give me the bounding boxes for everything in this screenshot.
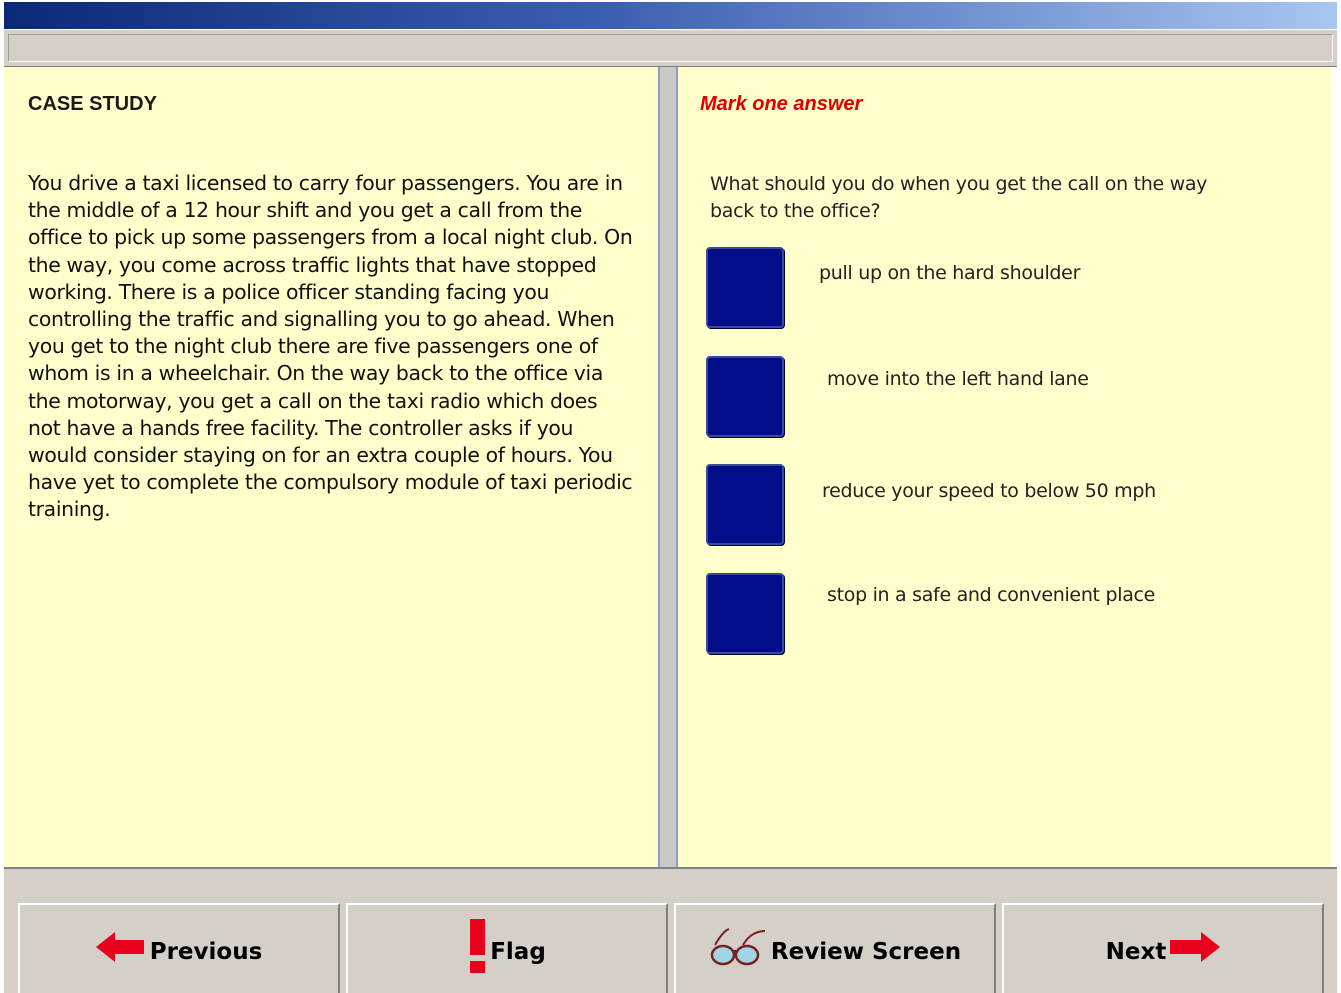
flag-button[interactable]: Flag	[346, 903, 668, 993]
glasses-icon	[709, 927, 767, 973]
previous-button[interactable]: Previous	[18, 903, 340, 993]
previous-label: Previous	[149, 939, 263, 965]
review-screen-button[interactable]: Review Screen	[674, 903, 996, 993]
next-label: Next	[1105, 939, 1167, 965]
review-screen-label: Review Screen	[770, 939, 962, 965]
panel-divider[interactable]	[658, 67, 678, 867]
red-exclamation-icon	[468, 919, 488, 981]
navigation-footer: Previous Flag Review Screen Next	[4, 867, 1337, 993]
answer-option-a-label[interactable]: pull up on the hard shoulder	[819, 262, 1080, 284]
answer-option-c-button[interactable]	[706, 464, 784, 545]
answer-option-d-label[interactable]: stop in a safe and convenient place	[827, 584, 1155, 606]
case-study-text: You drive a taxi licensed to carry four …	[28, 171, 633, 522]
red-left-arrow-icon	[95, 932, 146, 968]
case-study-heading: CASE STUDY	[28, 93, 157, 115]
question-panel: Mark one answer What should you do when …	[678, 67, 1331, 867]
mark-one-answer-label: Mark one answer	[700, 93, 863, 115]
toolbar	[4, 29, 1337, 67]
question-text: What should you do when you get the call…	[710, 173, 1208, 222]
toolbar-strip	[8, 34, 1333, 62]
answer-option-c-label[interactable]: reduce your speed to below 50 mph	[822, 480, 1156, 502]
answer-option-b-label[interactable]: move into the left hand lane	[827, 368, 1089, 390]
next-button[interactable]: Next	[1002, 903, 1324, 993]
answer-option-d-button[interactable]	[706, 573, 784, 654]
window-title-bar	[4, 2, 1337, 29]
answer-option-b-button[interactable]	[706, 356, 784, 437]
answer-option-a-button[interactable]	[706, 247, 784, 328]
right-edge	[1331, 67, 1341, 867]
flag-label: Flag	[490, 939, 546, 965]
case-study-panel: CASE STUDY You drive a taxi licensed to …	[4, 67, 658, 867]
red-right-arrow-icon	[1168, 932, 1221, 968]
